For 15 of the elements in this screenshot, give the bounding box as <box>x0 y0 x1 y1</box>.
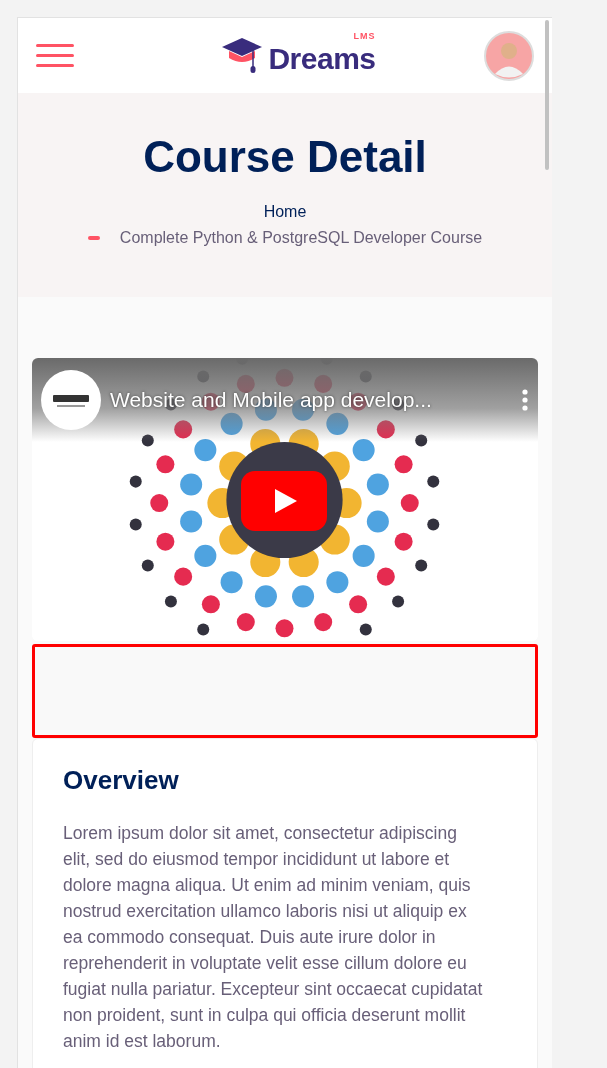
logo-text[interactable]: Dreams <box>268 43 376 74</box>
breadcrumb-item: Complete Python & PostgreSQL Developer Course <box>119 229 483 247</box>
menu-icon[interactable] <box>36 43 74 68</box>
overview-text: Lorem ipsum dolor sit amet, consectetur adipiscing elit, sed do eiusmod tempor incididunt ut labore et dolore magna aliqua. Ut enim ad minim veniam, quis nostrud exercitation ullamco laboris nisi ut aliquip ex ea commodo consequat. Duis aute irure dolor in reprehenderit in voluptate velit esse cillum dolore eu fugiat nulla pariatur. Excepteur sint occaecat cupidatat non proident, sunt in culpa qui officia deserunt mollit anim id est laborum. <box>63 822 484 1053</box>
breadcrumb-separator <box>87 236 100 240</box>
play-button-icon[interactable] <box>241 471 327 531</box>
scrollbar-thumb[interactable] <box>545 20 549 170</box>
breadcrumb-link[interactable]: Home <box>263 203 307 221</box>
channel-logo-icon[interactable] <box>41 370 101 430</box>
page-title: Course Detail <box>143 131 427 183</box>
avatar[interactable] <box>484 30 534 81</box>
section-heading: Overview <box>63 765 180 796</box>
logo-superscript: LMS <box>353 30 376 41</box>
graduation-cap-icon <box>222 37 263 74</box>
more-options-icon[interactable] <box>522 389 528 411</box>
